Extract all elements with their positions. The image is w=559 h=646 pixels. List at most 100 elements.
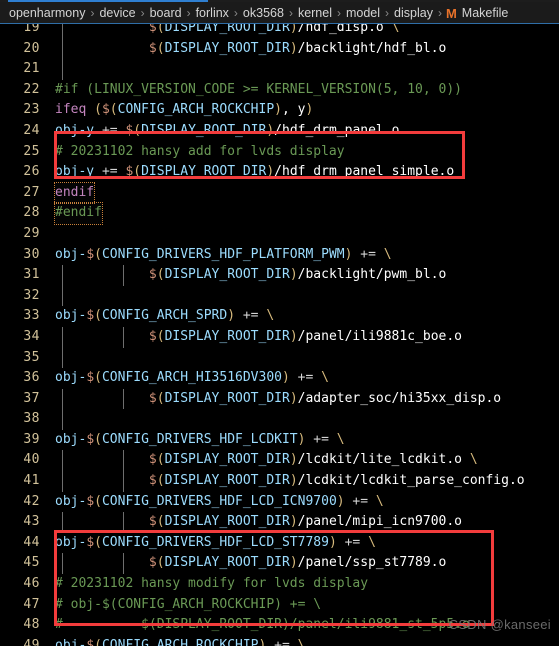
code-token: /hdf_disp.o	[297, 24, 392, 35]
code-text: # 20231102 hansy modify for lvds display	[55, 574, 368, 595]
code-line[interactable]: 19 $(DISPLAY_ROOT_DIR)/hdf_disp.o \	[0, 24, 559, 39]
code-token: CONFIG_DRIVERS_HDF_PLATFORM_PWM	[101, 246, 345, 262]
code-token: CONFIG_DRIVERS_HDF_LCD_ST7789	[101, 534, 329, 550]
code-token: \	[375, 493, 384, 509]
code-editor[interactable]: 19 $(DISPLAY_ROOT_DIR)/hdf_disp.o \ 20 $(…	[0, 24, 559, 646]
code-line[interactable]: 39 obj-$(CONFIG_DRIVERS_HDF_LCDKIT) += \	[0, 430, 559, 451]
code-token: $	[148, 40, 157, 56]
code-token: (	[156, 514, 165, 530]
code-token: (	[86, 102, 102, 118]
code-token: )	[305, 102, 314, 118]
code-line[interactable]: 37 $(DISPLAY_ROOT_DIR)/adapter_soc/hi35x…	[0, 388, 559, 410]
breadcrumb-item-model[interactable]: model	[345, 6, 381, 20]
code-line[interactable]: 44 obj-$(CONFIG_DRIVERS_HDF_LCD_ST7789) +…	[0, 533, 559, 554]
code-token: (	[94, 308, 102, 324]
code-token: (	[156, 24, 165, 35]
code-line[interactable]: 47 # obj-$(CONFIG_ARCH_ROCKCHIP) += \	[0, 595, 559, 616]
code-token: )	[289, 514, 298, 530]
code-token: CONFIG_DRIVERS_HDF_LCD_ICN9700	[101, 493, 337, 509]
code-token: $	[86, 637, 95, 646]
code-text: $(DISPLAY_ROOT_DIR)/lcdkit/lcdkit_parse_…	[55, 471, 525, 492]
line-number: 46	[23, 576, 40, 592]
code-line[interactable]: 20 $(DISPLAY_ROOT_DIR)/backlight/hdf_bl.…	[0, 38, 559, 60]
code-line[interactable]: 38	[0, 409, 559, 430]
code-token: /adapter_soc/hi35xx_disp.o	[297, 390, 502, 406]
code-token: DISPLAY_ROOT_DIR	[164, 267, 290, 283]
line-number: 37	[23, 390, 40, 406]
breadcrumb-item-device[interactable]: device	[98, 6, 136, 20]
breadcrumb-item-ok3568[interactable]: ok3568	[242, 6, 285, 20]
line-number: 19	[23, 24, 40, 35]
code-token: /backlight/hdf_bl.o	[297, 40, 447, 56]
code-line[interactable]: 40 $(DISPLAY_ROOT_DIR)/lcdkit/lite_lcdki…	[0, 450, 559, 472]
code-token: endif	[55, 184, 95, 200]
breadcrumb-item-board[interactable]: board	[149, 6, 183, 20]
code-token: DISPLAY_ROOT_DIR	[164, 40, 290, 56]
code-line[interactable]: 49 obj-$(CONFIG_ARCH_ROCKCHIP) += \	[0, 636, 559, 646]
code-token: obj-	[55, 246, 87, 262]
code-line[interactable]: 32	[0, 285, 559, 307]
code-line[interactable]: 41 $(DISPLAY_ROOT_DIR)/lcdkit/lcdkit_par…	[0, 471, 559, 492]
code-text: $(DISPLAY_ROOT_DIR)/panel/mipi_icn9700.o	[55, 512, 462, 533]
breadcrumb-item-display[interactable]: display	[393, 6, 434, 20]
code-token: CONFIG_DRIVERS_HDF_LCDKIT	[101, 431, 298, 447]
code-line[interactable]: 26 obj-y += $(DISPLAY_ROOT_DIR)/hdf_drm_p…	[0, 162, 559, 183]
breadcrumb-separator-icon: ›	[233, 6, 238, 20]
code-line[interactable]: 29	[0, 224, 559, 245]
line-number: 44	[23, 534, 40, 550]
breadcrumb[interactable]: openharmony › device › board › forlinx › ok3568 ›…	[0, 2, 559, 24]
code-token: CONFIG_ARCH_SPRD	[101, 308, 228, 324]
code-token: (	[94, 431, 102, 447]
code-token: )	[289, 40, 298, 56]
code-line[interactable]: 35	[0, 347, 559, 369]
code-token: DISPLAY_ROOT_DIR	[141, 164, 267, 180]
code-token: (	[94, 534, 102, 550]
code-token: (	[156, 267, 165, 283]
code-line[interactable]: 34 $(DISPLAY_ROOT_DIR)/panel/ili9881c_bo…	[0, 326, 559, 348]
line-number: 22	[23, 81, 40, 97]
code-text: $(DISPLAY_ROOT_DIR)/lcdkit/lite_lcdkit.o…	[55, 450, 478, 471]
line-number: 45	[23, 555, 40, 571]
code-line[interactable]: 28 #endif	[0, 202, 559, 225]
code-line[interactable]: 24 obj-y += $(DISPLAY_ROOT_DIR)/hdf_drm_p…	[0, 121, 559, 142]
code-token: (	[94, 637, 102, 646]
code-line[interactable]: 25 # 20231102 hansy add for lvds display	[0, 142, 559, 163]
line-number: 35	[23, 349, 40, 365]
code-token: $	[101, 102, 110, 118]
code-text: # $(DISPLAY_ROOT_DIR)/panel/ili9881_st_5…	[55, 615, 470, 636]
code-line[interactable]: 45 $(DISPLAY_ROOT_DIR)/panel/ssp_st7789.…	[0, 553, 559, 575]
code-line[interactable]: 46 # 20231102 hansy modify for lvds displ…	[0, 574, 559, 595]
line-number: 27	[23, 184, 40, 200]
code-token: +=	[336, 534, 369, 550]
code-token: +=	[344, 493, 376, 509]
code-text: $(DISPLAY_ROOT_DIR)/panel/ssp_st7789.o	[55, 553, 446, 574]
code-line[interactable]: 27 endif	[0, 181, 559, 205]
code-token: CONFIG_ARCH_HI3516DV300	[101, 370, 282, 386]
code-token: #if (LINUX_VERSION_CODE >= KERNEL_VERSIO…	[55, 81, 462, 97]
code-line[interactable]: 43 $(DISPLAY_ROOT_DIR)/panel/mipi_icn970…	[0, 512, 559, 533]
code-line[interactable]: 33 obj-$(CONFIG_ARCH_SPRD) += \	[0, 306, 559, 327]
code-line[interactable]: 22 #if (LINUX_VERSION_CODE >= KERNEL_VERS…	[0, 80, 559, 101]
breadcrumb-item-openharmony[interactable]: openharmony	[8, 6, 86, 20]
code-token: obj-	[55, 431, 87, 447]
code-line[interactable]: 36 obj-$(CONFIG_ARCH_HI3516DV300) += \	[0, 368, 559, 389]
code-line[interactable]: 42 obj-$(CONFIG_DRIVERS_HDF_LCD_ICN9700) …	[0, 492, 559, 513]
line-number: 38	[23, 411, 40, 427]
breadcrumb-item-file[interactable]: M Makefile	[446, 6, 509, 21]
code-line[interactable]: 31 $(DISPLAY_ROOT_DIR)/backlight/pwm_bl.…	[0, 265, 559, 286]
code-line[interactable]: 21	[0, 59, 559, 80]
code-line[interactable]: 23 ifeq ($(CONFIG_ARCH_ROCKCHIP), y)	[0, 100, 559, 121]
code-token: /backlight/pwm_bl.o	[297, 267, 447, 283]
line-number: 26	[23, 164, 40, 180]
code-token: )	[227, 308, 236, 324]
code-token: +=	[305, 431, 337, 447]
code-line[interactable]: 48 # $(DISPLAY_ROOT_DIR)/panel/ili9881_st…	[0, 615, 559, 636]
breadcrumb-item-kernel[interactable]: kernel	[297, 6, 333, 20]
code-token: )	[289, 328, 298, 344]
breadcrumb-item-forlinx[interactable]: forlinx	[195, 6, 230, 20]
code-line[interactable]: 30 obj-$(CONFIG_DRIVERS_HDF_PLATFORM_PWM)…	[0, 245, 559, 266]
code-text: endif	[53, 181, 96, 205]
code-text: obj-$(CONFIG_DRIVERS_HDF_LCD_ST7789) += …	[55, 533, 376, 554]
